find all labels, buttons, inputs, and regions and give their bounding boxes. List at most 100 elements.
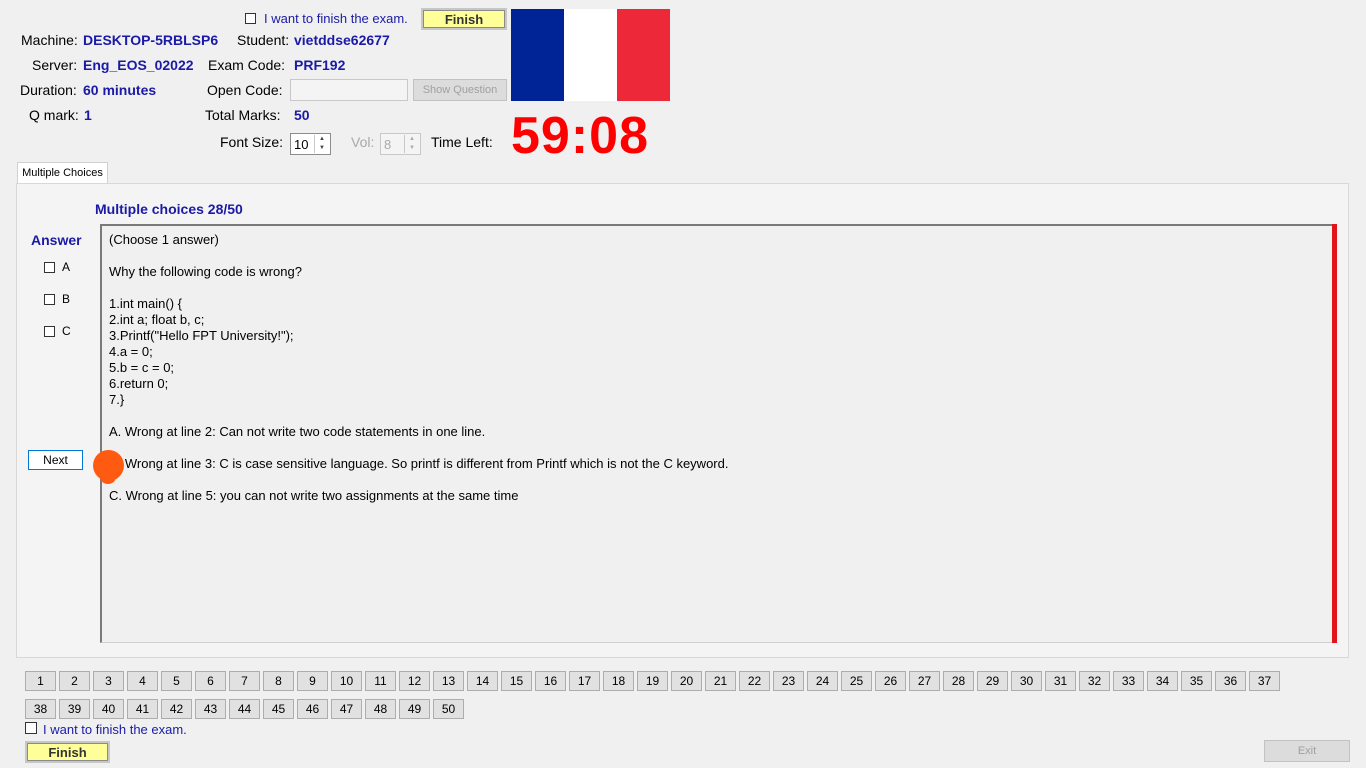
question-nav-button[interactable]: 3 <box>93 671 124 691</box>
question-nav-button[interactable]: 44 <box>229 699 260 719</box>
question-nav-button[interactable]: 23 <box>773 671 804 691</box>
machine-label: Machine: <box>21 32 78 48</box>
question-nav-button[interactable]: 16 <box>535 671 566 691</box>
answer-checkbox-b[interactable] <box>44 294 55 305</box>
question-nav-button[interactable]: 22 <box>739 671 770 691</box>
question-nav-button[interactable]: 34 <box>1147 671 1178 691</box>
question-nav-button[interactable]: 31 <box>1045 671 1076 691</box>
finish-button-bottom[interactable]: Finish <box>25 741 110 763</box>
code-line: 2.int a; float b, c; <box>109 312 205 327</box>
question-nav-button[interactable]: 37 <box>1249 671 1280 691</box>
question-nav-button[interactable]: 46 <box>297 699 328 719</box>
question-nav-button[interactable]: 40 <box>93 699 124 719</box>
question-nav-button[interactable]: 45 <box>263 699 294 719</box>
question-nav-button[interactable]: 42 <box>161 699 192 719</box>
question-nav-button[interactable]: 15 <box>501 671 532 691</box>
language-flag-icon <box>511 9 670 101</box>
tab-multiple-choices[interactable]: Multiple Choices <box>17 162 108 184</box>
finish-button-top[interactable]: Finish <box>421 8 507 30</box>
total-marks-label: Total Marks: <box>205 107 281 123</box>
code-line: 3.Printf("Hello FPT University!"); <box>109 328 294 343</box>
exam-code-label: Exam Code: <box>208 57 286 73</box>
question-nav-button[interactable]: 18 <box>603 671 634 691</box>
question-nav-button[interactable]: 35 <box>1181 671 1212 691</box>
flag-stripe-blue <box>511 9 564 101</box>
show-question-button[interactable]: Show Question <box>413 79 507 101</box>
question-nav-button[interactable]: 17 <box>569 671 600 691</box>
open-code-input[interactable] <box>290 79 408 101</box>
question-nav-button[interactable]: 8 <box>263 671 294 691</box>
code-line: 5.b = c = 0; <box>109 360 175 375</box>
question-nav-button[interactable]: 49 <box>399 699 430 719</box>
question-nav-button[interactable]: 11 <box>365 671 396 691</box>
question-nav-button[interactable]: 2 <box>59 671 90 691</box>
question-nav-button[interactable]: 25 <box>841 671 872 691</box>
finish-exam-checkbox-bottom[interactable] <box>25 722 37 734</box>
question-nav-button[interactable]: 4 <box>127 671 158 691</box>
answer-option-a: A <box>62 260 71 274</box>
exam-code-value: PRF192 <box>294 57 346 73</box>
question-nav-button[interactable]: 21 <box>705 671 736 691</box>
question-nav-button[interactable]: 43 <box>195 699 226 719</box>
font-size-spinner[interactable]: 10 ▲ ▼ <box>290 133 331 155</box>
student-label: Student: <box>237 32 290 48</box>
machine-value: DESKTOP-5RBLSP6 <box>83 32 219 48</box>
vol-label: Vol: <box>351 134 375 150</box>
spin-down-icon[interactable]: ▼ <box>315 144 329 153</box>
finish-exam-label-bottom: I want to finish the exam. <box>43 722 187 737</box>
finish-exam-checkbox-top[interactable] <box>245 13 256 24</box>
question-nav-button[interactable]: 1 <box>25 671 56 691</box>
time-left-label: Time Left: <box>431 134 493 150</box>
qmark-value: 1 <box>84 107 92 123</box>
flag-stripe-white <box>564 9 617 101</box>
question-nav-button[interactable]: 24 <box>807 671 838 691</box>
question-nav-button[interactable]: 27 <box>909 671 940 691</box>
question-nav-button[interactable]: 36 <box>1215 671 1246 691</box>
question-nav-button[interactable]: 26 <box>875 671 906 691</box>
question-nav-button[interactable]: 48 <box>365 699 396 719</box>
question-nav-button[interactable]: 30 <box>1011 671 1042 691</box>
open-code-label: Open Code: <box>207 82 283 98</box>
question-nav-button[interactable]: 19 <box>637 671 668 691</box>
question-prompt: Why the following code is wrong? <box>109 264 302 279</box>
exit-button[interactable]: Exit <box>1264 740 1350 762</box>
code-line: 7.} <box>109 392 125 407</box>
question-nav-button[interactable]: 41 <box>127 699 158 719</box>
question-nav-button[interactable]: 39 <box>59 699 90 719</box>
question-nav-button[interactable]: 13 <box>433 671 464 691</box>
qmark-label: Q mark: <box>29 107 79 123</box>
vol-spinner[interactable]: 8 ▲ ▼ <box>380 133 421 155</box>
question-nav-button[interactable]: 14 <box>467 671 498 691</box>
next-button[interactable]: Next <box>28 450 83 470</box>
question-nav-button[interactable]: 33 <box>1113 671 1144 691</box>
question-nav-button[interactable]: 6 <box>195 671 226 691</box>
flag-stripe-red <box>617 9 670 101</box>
code-line: 1.int main() { <box>109 296 182 311</box>
font-size-arrows[interactable]: ▲ ▼ <box>314 135 329 153</box>
answer-option-b: B <box>62 292 71 306</box>
spin-up-icon: ▲ <box>409 136 415 142</box>
question-nav-button[interactable]: 9 <box>297 671 328 691</box>
scrollbar-red-bar[interactable] <box>1332 224 1337 643</box>
question-nav-button[interactable]: 5 <box>161 671 192 691</box>
question-nav-button[interactable]: 38 <box>25 699 56 719</box>
answer-checkbox-c[interactable] <box>44 326 55 337</box>
question-nav-button[interactable]: 47 <box>331 699 362 719</box>
question-nav-button[interactable]: 20 <box>671 671 702 691</box>
vol-value: 8 <box>384 137 392 152</box>
answer-label: Answer <box>31 232 82 248</box>
student-value: vietddse62677 <box>294 32 390 48</box>
question-nav-button[interactable]: 7 <box>229 671 260 691</box>
answer-checkbox-a[interactable] <box>44 262 55 273</box>
question-nav-button[interactable]: 12 <box>399 671 430 691</box>
question-nav-button[interactable]: 29 <box>977 671 1008 691</box>
question-nav-button[interactable]: 32 <box>1079 671 1110 691</box>
cursor-highlight-tail <box>100 470 116 484</box>
duration-label: Duration: <box>20 82 77 98</box>
spin-up-icon[interactable]: ▲ <box>315 135 329 144</box>
finish-exam-label-top: I want to finish the exam. <box>264 11 408 26</box>
question-nav-button[interactable]: 28 <box>943 671 974 691</box>
question-nav-button[interactable]: 10 <box>331 671 362 691</box>
question-nav-button[interactable]: 50 <box>433 699 464 719</box>
code-line: 6.return 0; <box>109 376 169 391</box>
